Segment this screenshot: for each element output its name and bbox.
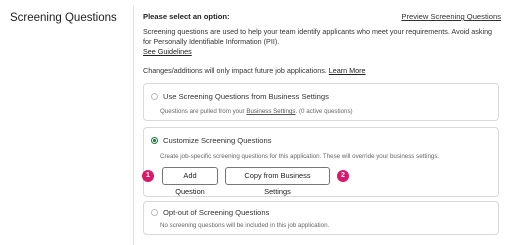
impact-note: Changes/additions will only impact futur… (143, 66, 501, 75)
add-question-button[interactable]: Add Question (162, 167, 218, 196)
description-text: Screening questions are used to help you… (143, 27, 493, 46)
radio-customize[interactable] (151, 137, 158, 144)
description: Screening questions are used to help you… (143, 27, 499, 57)
step-badge-1: 1 (142, 170, 154, 182)
section-title: Screening Questions (10, 12, 117, 24)
radio-business-settings[interactable] (151, 93, 158, 100)
option-opt-out-label-row[interactable]: Opt-out of Screening Questions (151, 208, 269, 217)
preview-screening-questions-link[interactable]: Preview Screening Questions (401, 12, 501, 21)
radio-opt-out[interactable] (151, 209, 158, 216)
option-business-settings-label: Use Screening Questions from Business Se… (163, 92, 329, 101)
option-customize-label-row[interactable]: Customize Screening Questions (151, 136, 271, 145)
option-opt-out-label: Opt-out of Screening Questions (163, 208, 270, 217)
option-business-settings-prefix: Questions are pulled from your (160, 108, 245, 115)
step-badge-2: 2 (337, 170, 349, 182)
header-row: Please select an option: Preview Screeni… (143, 12, 501, 21)
select-option-prompt: Please select an option: (143, 12, 230, 21)
see-guidelines-link[interactable]: See Guidelines (143, 47, 499, 57)
copy-from-business-settings-button[interactable]: Copy from Business Settings (225, 167, 330, 196)
option-opt-out-description: No screening questions will be included … (160, 222, 330, 229)
option-opt-out[interactable]: Opt-out of Screening Questions No screen… (143, 201, 499, 235)
business-settings-link[interactable]: Business Settings (246, 108, 295, 115)
option-business-settings[interactable]: Use Screening Questions from Business Se… (143, 83, 499, 121)
learn-more-link[interactable]: Learn More (329, 66, 366, 75)
option-customize-label: Customize Screening Questions (163, 136, 272, 145)
option-business-settings-suffix: . (0 active questions) (295, 108, 353, 115)
option-customize-description: Create job-specific screening questions … (160, 153, 440, 160)
option-business-settings-description: Questions are pulled from your Business … (160, 108, 353, 115)
screening-settings-panel: Please select an option: Preview Screeni… (143, 12, 501, 75)
impact-note-text: Changes/additions will only impact futur… (143, 66, 327, 75)
option-business-settings-label-row[interactable]: Use Screening Questions from Business Se… (151, 92, 329, 101)
vertical-divider (133, 6, 134, 245)
